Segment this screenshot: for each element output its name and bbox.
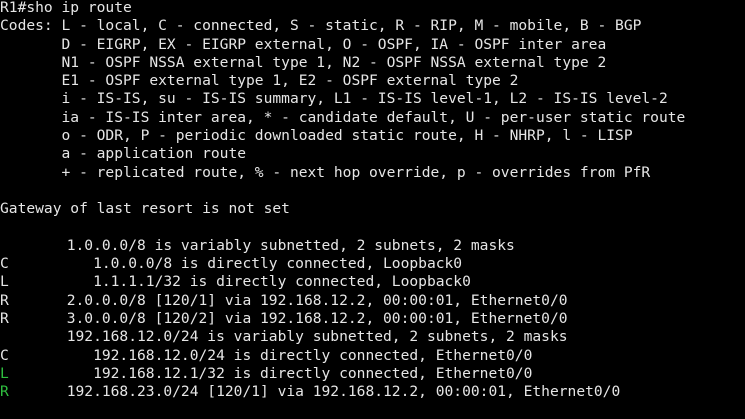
route-text: 1.0.0.0/8 is directly connected, Loopbac…	[14, 255, 463, 273]
codes-line: i - IS-IS, su - IS-IS summary, L1 - IS-I…	[0, 90, 668, 108]
command: sho ip route	[26, 0, 132, 16]
route-line: L 1.1.1.1/32 is directly connected, Loop…	[0, 273, 745, 291]
route-text: 3.0.0.0/8 [120/2] via 192.168.12.2, 00:0…	[14, 310, 568, 328]
route-code: L	[0, 273, 9, 291]
codes-line: ia - IS-IS inter area, * - candidate def…	[0, 108, 686, 126]
route-code: C	[0, 346, 9, 364]
codes-line: a - application route	[0, 145, 247, 163]
codes-line: o - ODR, P - periodic downloaded static …	[0, 127, 633, 145]
route-line: R 3.0.0.0/8 [120/2] via 192.168.12.2, 00…	[0, 310, 745, 328]
prompt: R1#	[0, 0, 27, 16]
codes-line: E1 - OSPF external type 1, E2 - OSPF ext…	[0, 72, 519, 90]
terminal-window[interactable]: R1#sho ip route Codes: L - local, C - co…	[0, 0, 745, 419]
route-text: 1.0.0.0/8 is variably subnetted, 2 subne…	[14, 236, 515, 254]
route-line: R 192.168.23.0/24 [120/1] via 192.168.12…	[0, 383, 745, 401]
codes-line: N1 - OSPF NSSA external type 1, N2 - OSP…	[0, 53, 607, 71]
route-line: 1.0.0.0/8 is variably subnetted, 2 subne…	[0, 237, 745, 255]
route-code: R	[0, 310, 9, 328]
route-text: 1.1.1.1/32 is directly connected, Loopba…	[14, 273, 471, 291]
route-code: R	[0, 291, 9, 309]
route-line: L 192.168.12.1/32 is directly connected,…	[0, 365, 745, 383]
route-line: R 2.0.0.0/8 [120/1] via 192.168.12.2, 00…	[0, 292, 745, 310]
codes-line: D - EIGRP, EX - EIGRP external, O - OSPF…	[0, 35, 607, 53]
route-text: 192.168.23.0/24 [120/1] via 192.168.12.2…	[14, 383, 621, 401]
route-line: C 1.0.0.0/8 is directly connected, Loopb…	[0, 255, 745, 273]
route-code: C	[0, 255, 9, 273]
route-text: 192.168.12.1/32 is directly connected, E…	[14, 364, 533, 382]
command-line: R1#sho ip route	[0, 0, 745, 17]
route-text: 192.168.12.0/24 is directly connected, E…	[14, 346, 533, 364]
route-text: 2.0.0.0/8 [120/1] via 192.168.12.2, 00:0…	[14, 291, 568, 309]
gateway-line: Gateway of last resort is not set	[0, 200, 290, 218]
route-code: R	[0, 383, 9, 401]
codes-line: + - replicated route, % - next hop overr…	[0, 163, 651, 181]
route-line: 192.168.12.0/24 is variably subnetted, 2…	[0, 328, 745, 346]
codes-line: Codes: L - local, C - connected, S - sta…	[0, 17, 642, 35]
route-text: 192.168.12.0/24 is variably subnetted, 2…	[14, 328, 568, 346]
route-line: C 192.168.12.0/24 is directly connected,…	[0, 347, 745, 365]
route-code: L	[0, 364, 9, 382]
